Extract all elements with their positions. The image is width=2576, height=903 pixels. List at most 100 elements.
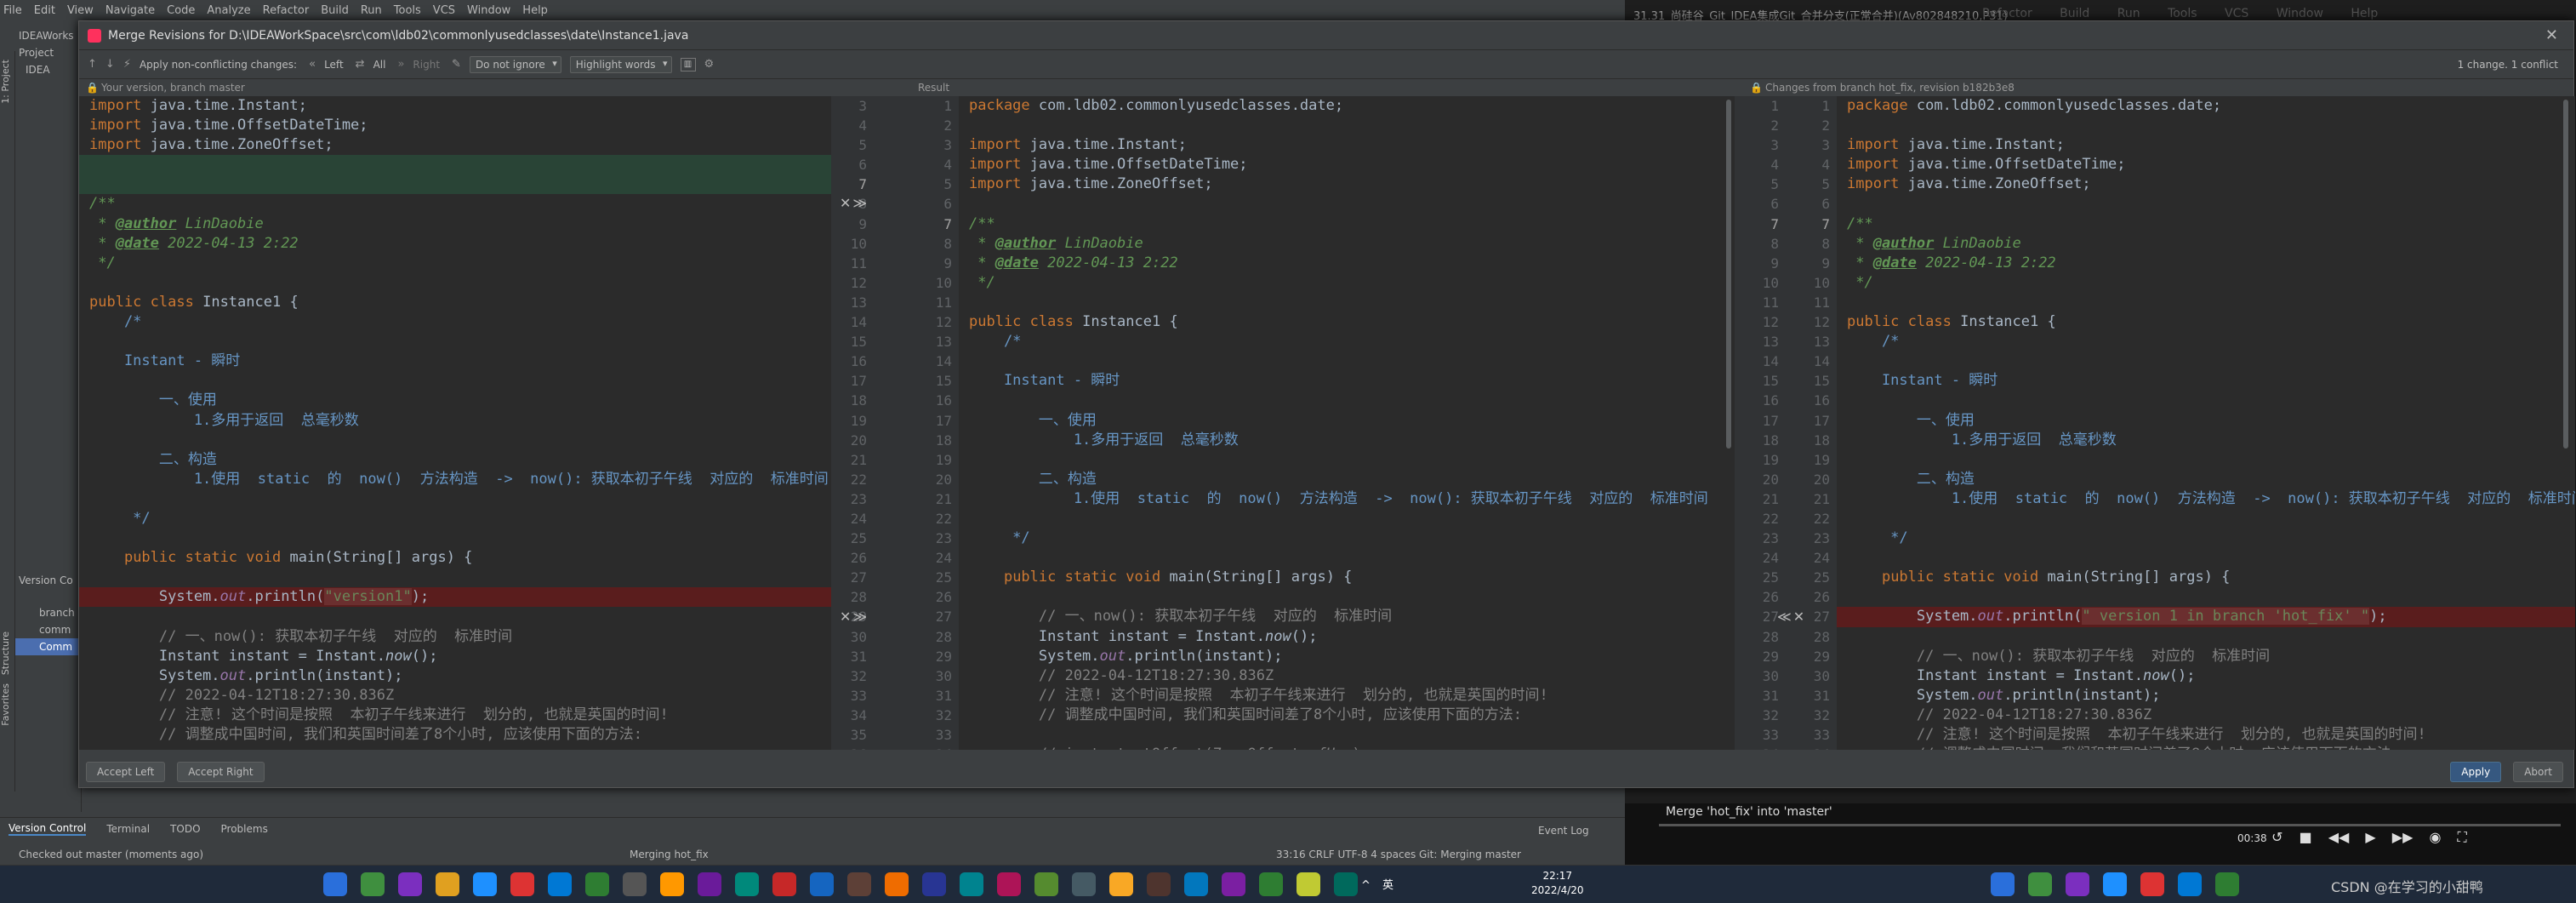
code-line[interactable]: package com.ldb02.commonlyusedclasses.da… [959,96,1735,116]
code-line[interactable]: package com.ldb02.commonlyusedclasses.da… [1837,96,2575,116]
taskbar-app-icon[interactable] [1072,872,1096,896]
taskbar-app-icon[interactable] [2028,872,2052,896]
code-line[interactable]: // 调整成中国时间, 我们和英国时间差了8个小时, 应该使用下面的方法: [79,725,831,745]
code-line[interactable] [79,273,831,293]
code-line[interactable] [959,509,1735,529]
apply-all-button[interactable]: All [373,59,386,71]
taskbar-app-icon[interactable] [960,872,983,896]
code-line[interactable]: 1.使用 static 的 now() 方法构造 -> now(): 获取本初子… [959,489,1735,509]
menu-file[interactable]: File [3,4,22,17]
code-line[interactable]: System.out.println(instant); [959,647,1735,666]
taskbar-app-icon[interactable] [2140,872,2164,896]
taskbar-app-icon[interactable] [1334,872,1358,896]
menu-refactor[interactable]: Refactor [263,4,310,17]
video-controls[interactable]: ↺ ■ ◀◀ ▶ ▶▶ ◉ ⛶ [2271,829,2467,846]
code-line[interactable]: Instant - 瞬时 [959,371,1735,391]
taskbar-app-icon[interactable] [1259,872,1283,896]
taskbar-app-icon[interactable] [922,872,946,896]
code-line[interactable] [79,174,831,195]
menu-run[interactable]: Run [361,4,382,17]
taskbar-app-icon[interactable] [2215,872,2239,896]
code-line[interactable] [959,391,1735,410]
code-line[interactable] [959,351,1735,371]
accept-left-change-icon[interactable]: ✕≫ [840,195,869,211]
todo-tab[interactable]: TODO [170,823,200,835]
arrow-down-icon[interactable]: ↓ [105,58,115,71]
video-progress[interactable] [1659,824,2561,826]
code-line[interactable]: Instant - 瞬时 [79,351,831,371]
left-editor[interactable]: import java.time.Instant; import java.tim… [79,96,831,750]
code-line[interactable]: // 2022-04-12T18:27:30.836Z [1837,706,2575,725]
code-line[interactable]: Instant instant = Instant.now(); [79,647,831,666]
project-tool-tab[interactable]: 1: Project [0,60,11,104]
code-line[interactable]: 1.多用于返回 总毫秒数 [79,411,831,431]
code-line[interactable]: 一、使用 [959,411,1735,431]
project-root[interactable]: IDEAWorks [0,27,81,44]
magic-wand-icon[interactable]: ⚡ [123,58,131,71]
code-line[interactable] [1837,351,2575,371]
menu-analyze[interactable]: Analyze [207,4,250,17]
code-line[interactable] [79,332,831,351]
code-line[interactable] [1837,548,2575,568]
code-line[interactable] [959,293,1735,312]
code-line[interactable] [959,587,1735,607]
code-line[interactable]: public class Instance1 { [1837,312,2575,332]
right-scrollbar[interactable] [2562,100,2570,746]
version-control-tab[interactable]: Version Control [9,822,87,836]
code-line[interactable]: // 注意! 这个时间是按照 本初子午线来进行 划分的, 也就是英国的时间! [79,706,831,725]
taskbar-app-icon[interactable] [2066,872,2089,896]
code-line[interactable] [79,568,831,587]
code-line[interactable]: public class Instance1 { [79,293,831,312]
gear-icon[interactable]: ⚙ [704,58,715,71]
code-line[interactable]: // 一、now(): 获取本初子午线 对应的 标准时间 [959,607,1735,626]
menu-help[interactable]: Help [522,4,548,17]
menu-view[interactable]: View [67,4,94,17]
apply-right-button[interactable]: Right [413,59,440,71]
code-line[interactable] [1837,391,2575,410]
accept-right-button[interactable]: Accept Right [177,762,265,782]
code-line[interactable]: */ [959,529,1735,548]
code-line[interactable]: */ [79,509,831,529]
code-line[interactable]: * @date 2022-04-13 2:22 [959,254,1735,273]
code-line[interactable]: 二、构造 [959,470,1735,489]
code-line[interactable]: import java.time.ZoneOffset; [79,135,831,155]
code-line[interactable] [959,116,1735,135]
taskbar-app-icon[interactable] [885,872,909,896]
code-line[interactable]: // instant.atOffset(ZoneOffset.ofHxx) [959,745,1735,750]
favorites-tool-tab[interactable]: Favorites [0,683,11,726]
code-line[interactable]: import java.time.OffsetDateTime; [1837,155,2575,174]
close-icon[interactable]: ✕ [2545,26,2558,44]
code-line[interactable]: */ [1837,273,2575,293]
code-line[interactable] [959,450,1735,470]
taskbar-app-icon[interactable] [323,872,347,896]
code-line[interactable]: import java.time.Instant; [1837,135,2575,155]
code-line[interactable]: System.out.println("version1"); [79,587,831,608]
code-line[interactable]: 1.多用于返回 总毫秒数 [959,431,1735,450]
code-line[interactable]: * @author LinDaobie [959,234,1735,254]
code-line[interactable]: // 调整成中国时间, 我们和英国时间差了8个小时, 应该使用下面的方法: [1837,745,2575,750]
code-line[interactable]: // 注意! 这个时间是按照 本初子午线来进行 划分的, 也就是英国的时间! [1837,725,2575,745]
code-line[interactable] [1837,509,2575,529]
menu-code[interactable]: Code [167,4,195,17]
code-line[interactable]: public static void main(String[] args) { [959,568,1735,587]
menu-build[interactable]: Build [321,4,349,17]
taskbar-app-icon[interactable] [1147,872,1171,896]
code-line[interactable] [1837,450,2575,470]
code-line[interactable]: public static void main(String[] args) { [1837,568,2575,587]
code-line[interactable]: Instant - 瞬时 [1837,371,2575,391]
code-line[interactable]: /* [79,312,831,332]
apply-button[interactable]: Apply [2450,762,2502,782]
code-line[interactable]: /* [959,332,1735,351]
menu-vcs[interactable]: VCS [433,4,455,17]
taskbar-app-icon[interactable] [473,872,497,896]
taskbar-app-icon[interactable] [1184,872,1208,896]
menu-window[interactable]: Window [467,4,510,17]
code-line[interactable]: // 一、now(): 获取本初子午线 对应的 标准时间 [79,627,831,647]
code-line[interactable]: Instant instant = Instant.now(); [1837,666,2575,686]
code-line[interactable] [79,155,831,175]
code-line[interactable] [959,548,1735,568]
code-line[interactable]: 1.使用 static 的 now() 方法构造 -> now(): 获取本初子… [79,470,831,489]
code-line[interactable]: /** [1837,214,2575,234]
code-line[interactable]: /** [79,194,831,214]
result-editor[interactable]: package com.ldb02.commonlyusedclasses.da… [959,96,1735,750]
